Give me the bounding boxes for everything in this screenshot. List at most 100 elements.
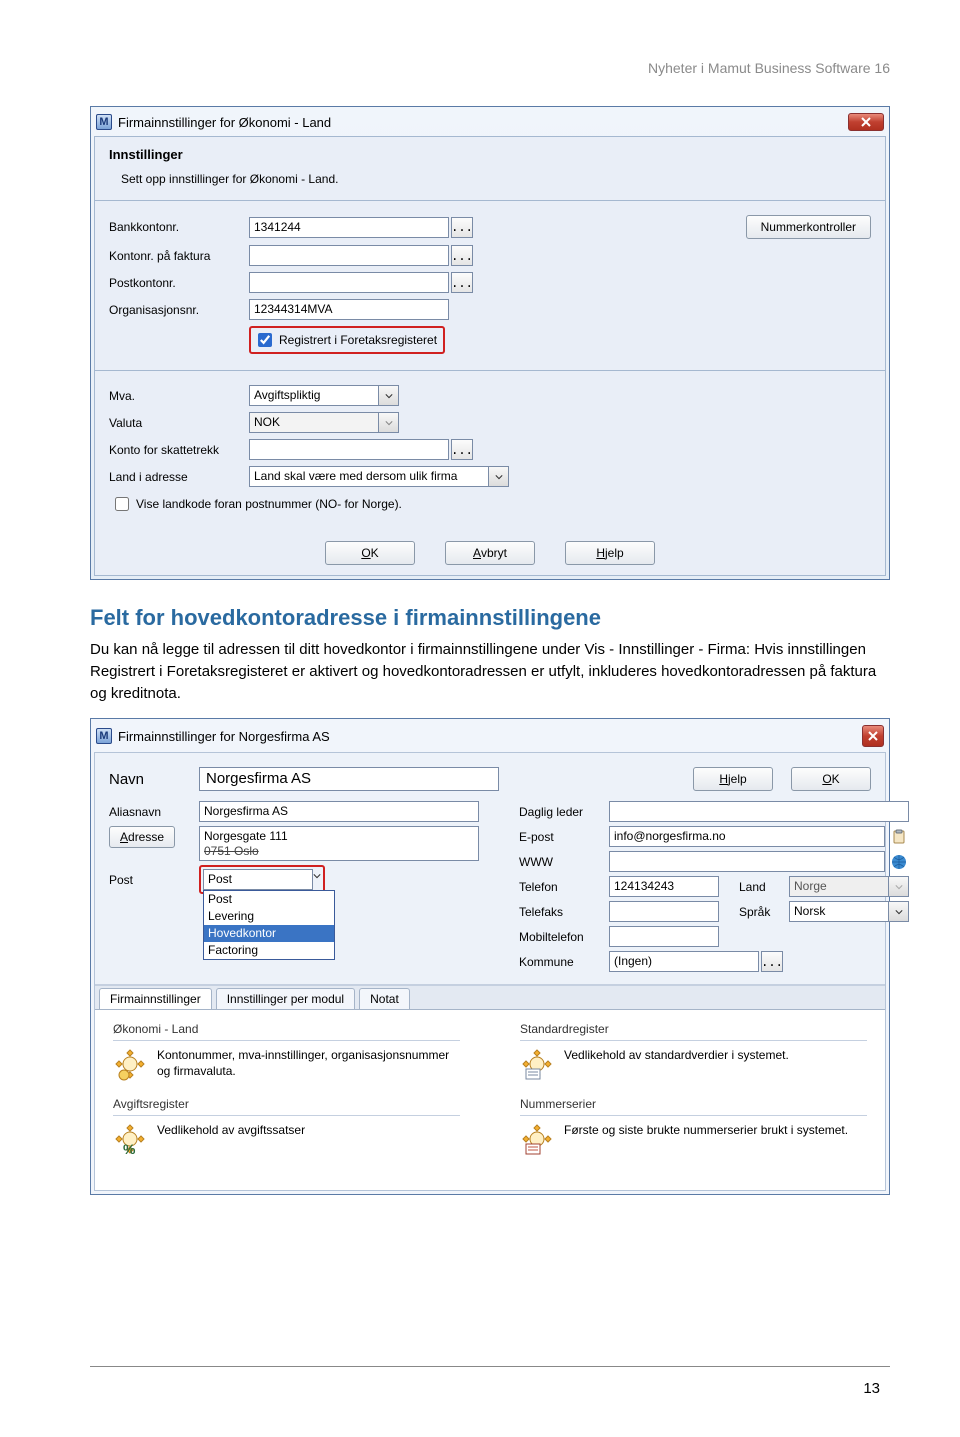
intro-block: Innstillinger Sett opp innstillinger for… <box>95 137 885 201</box>
ok-button[interactable]: OK <box>791 767 871 791</box>
clipboard-icon[interactable] <box>889 827 909 847</box>
skatt-picker-button[interactable]: ... <box>451 439 473 460</box>
fax-input[interactable] <box>609 901 719 922</box>
tile-text: Vedlikehold av avgiftssatser <box>157 1122 305 1138</box>
tile-nummer[interactable]: Første og siste brukte nummerserier bruk… <box>520 1122 867 1156</box>
settings-dialog-1: M Firmainnstillinger for Økonomi - Land … <box>90 106 890 580</box>
email-input[interactable]: info@norgesfirma.no <box>609 826 885 847</box>
tile-standard[interactable]: Vedlikehold av standardverdier i systeme… <box>520 1047 867 1081</box>
close-button[interactable] <box>862 725 884 747</box>
close-button[interactable] <box>848 113 884 131</box>
help-button[interactable]: Hjelp <box>565 541 655 565</box>
tab-firma[interactable]: Firmainnstillinger <box>99 988 212 1009</box>
dropdown-option-selected[interactable]: Hovedkontor <box>204 925 334 942</box>
tile-text: Kontonummer, mva-innstillinger, organisa… <box>157 1047 460 1079</box>
settings-coins-icon <box>113 1047 147 1081</box>
tel-input[interactable]: 124134243 <box>609 876 719 897</box>
navn-label: Navn <box>109 771 199 788</box>
highlighted-checkbox: Registrert i Foretaksregisteret <box>249 326 445 354</box>
section-body: Du kan nå legge til adressen til ditt ho… <box>90 639 890 704</box>
svg-text:%: % <box>123 1141 136 1156</box>
land-label: Land <box>739 880 789 894</box>
skatt-label: Konto for skattetrekk <box>109 443 249 457</box>
bank-input[interactable]: 1341244 <box>249 217 449 238</box>
help-button[interactable]: Hjelp <box>693 767 773 791</box>
dropdown-option[interactable]: Post <box>204 891 334 908</box>
tab-notat[interactable]: Notat <box>359 988 410 1009</box>
settings-series-icon <box>520 1122 554 1156</box>
address-button[interactable]: Adresse <box>109 826 175 848</box>
tile-avgift[interactable]: % Vedlikehold av avgiftssatser <box>113 1122 460 1156</box>
nummer-button[interactable]: Nummerkontroller <box>746 215 871 239</box>
intro-subtitle: Sett opp innstillinger for Økonomi - Lan… <box>121 172 871 186</box>
sprak-select[interactable]: Norsk <box>789 901 889 922</box>
kom-label: Kommune <box>519 955 609 969</box>
tab-panel: Økonomi - Land Kontonummer, mva-innstil <box>95 1009 885 1190</box>
fax-label: Telefaks <box>519 905 609 919</box>
registered-label: Registrert i Foretaksregisteret <box>279 333 437 347</box>
valuta-select[interactable]: NOK <box>249 412 379 433</box>
org-input[interactable]: 12344314MVA <box>249 299 449 320</box>
globe-icon[interactable] <box>889 852 909 872</box>
dialog-footer: OK Avbryt Hjelp <box>95 531 885 575</box>
kom-picker-button[interactable]: ... <box>761 951 783 972</box>
navn-input[interactable]: Norgesfirma AS <box>199 767 499 791</box>
post-picker-button[interactable]: ... <box>451 272 473 293</box>
window-title: Firmainnstillinger for Norgesfirma AS <box>118 729 862 744</box>
kom-input[interactable]: (Ingen) <box>609 951 759 972</box>
alias-label: Aliasnavn <box>109 805 199 819</box>
form-section-2: Mva. Avgiftspliktig Valuta NOK Konto for… <box>95 371 885 531</box>
www-label: WWW <box>519 855 609 869</box>
dropdown-option[interactable]: Factoring <box>204 942 334 959</box>
chevron-down-icon[interactable] <box>889 901 909 922</box>
leader-input[interactable] <box>609 801 909 822</box>
landkode-checkbox[interactable] <box>115 497 129 511</box>
ok-button[interactable]: OK <box>325 541 415 565</box>
tab-modul[interactable]: Innstillinger per modul <box>216 988 355 1009</box>
invoice-input[interactable] <box>249 245 449 266</box>
post-select[interactable]: Post <box>203 869 313 890</box>
section-heading: Felt for hovedkontoradresse i firmainnst… <box>90 605 890 631</box>
tel-label: Telefon <box>519 880 609 894</box>
mob-input[interactable] <box>609 926 719 947</box>
titlebar: M Firmainnstillinger for Økonomi - Land <box>94 110 886 136</box>
tab-row: Firmainnstillinger Innstillinger per mod… <box>95 985 885 1009</box>
org-label: Organisasjonsnr. <box>109 303 249 317</box>
intro-title: Innstillinger <box>109 147 871 162</box>
www-input[interactable] <box>609 851 885 872</box>
chevron-down-icon[interactable] <box>489 466 509 487</box>
mva-select[interactable]: Avgiftspliktig <box>249 385 379 406</box>
bank-picker-button[interactable]: ... <box>451 217 473 238</box>
land-select: Norge <box>789 876 889 897</box>
registered-checkbox[interactable] <box>258 333 272 347</box>
cancel-button[interactable]: Avbryt <box>445 541 535 565</box>
app-icon: M <box>96 114 112 130</box>
group-nummer-label: Nummerserier <box>520 1097 867 1111</box>
mob-label: Mobiltelefon <box>519 930 609 944</box>
skatt-input[interactable] <box>249 439 449 460</box>
group-avgift-label: Avgiftsregister <box>113 1097 460 1111</box>
bank-label: Bankkontonr. <box>109 220 249 234</box>
post-dropdown: Post Levering Hovedkontor Factoring <box>203 890 335 960</box>
email-label: E-post <box>519 830 609 844</box>
invoice-picker-button[interactable]: ... <box>451 245 473 266</box>
sprak-label: Språk <box>739 905 789 919</box>
leader-label: Daglig leder <box>519 805 609 819</box>
tile-okonomi[interactable]: Kontonummer, mva-innstillinger, organisa… <box>113 1047 460 1081</box>
alias-input[interactable]: Norgesfirma AS <box>199 801 479 822</box>
tile-text: Vedlikehold av standardverdier i systeme… <box>564 1047 789 1063</box>
post-input[interactable] <box>249 272 449 293</box>
land-label: Land i adresse <box>109 470 249 484</box>
chevron-down-icon[interactable] <box>313 869 321 890</box>
settings-dialog-2: M Firmainnstillinger for Norgesfirma AS … <box>90 718 890 1195</box>
app-icon: M <box>96 728 112 744</box>
chevron-down-icon[interactable] <box>379 412 399 433</box>
chevron-down-icon[interactable] <box>379 385 399 406</box>
valuta-label: Valuta <box>109 416 249 430</box>
chevron-down-icon <box>889 876 909 897</box>
footer-rule <box>90 1366 890 1367</box>
dropdown-option[interactable]: Levering <box>204 908 334 925</box>
mva-label: Mva. <box>109 389 249 403</box>
land-select[interactable]: Land skal være med dersom ulik firma <box>249 466 489 487</box>
post-label: Post <box>109 873 199 887</box>
